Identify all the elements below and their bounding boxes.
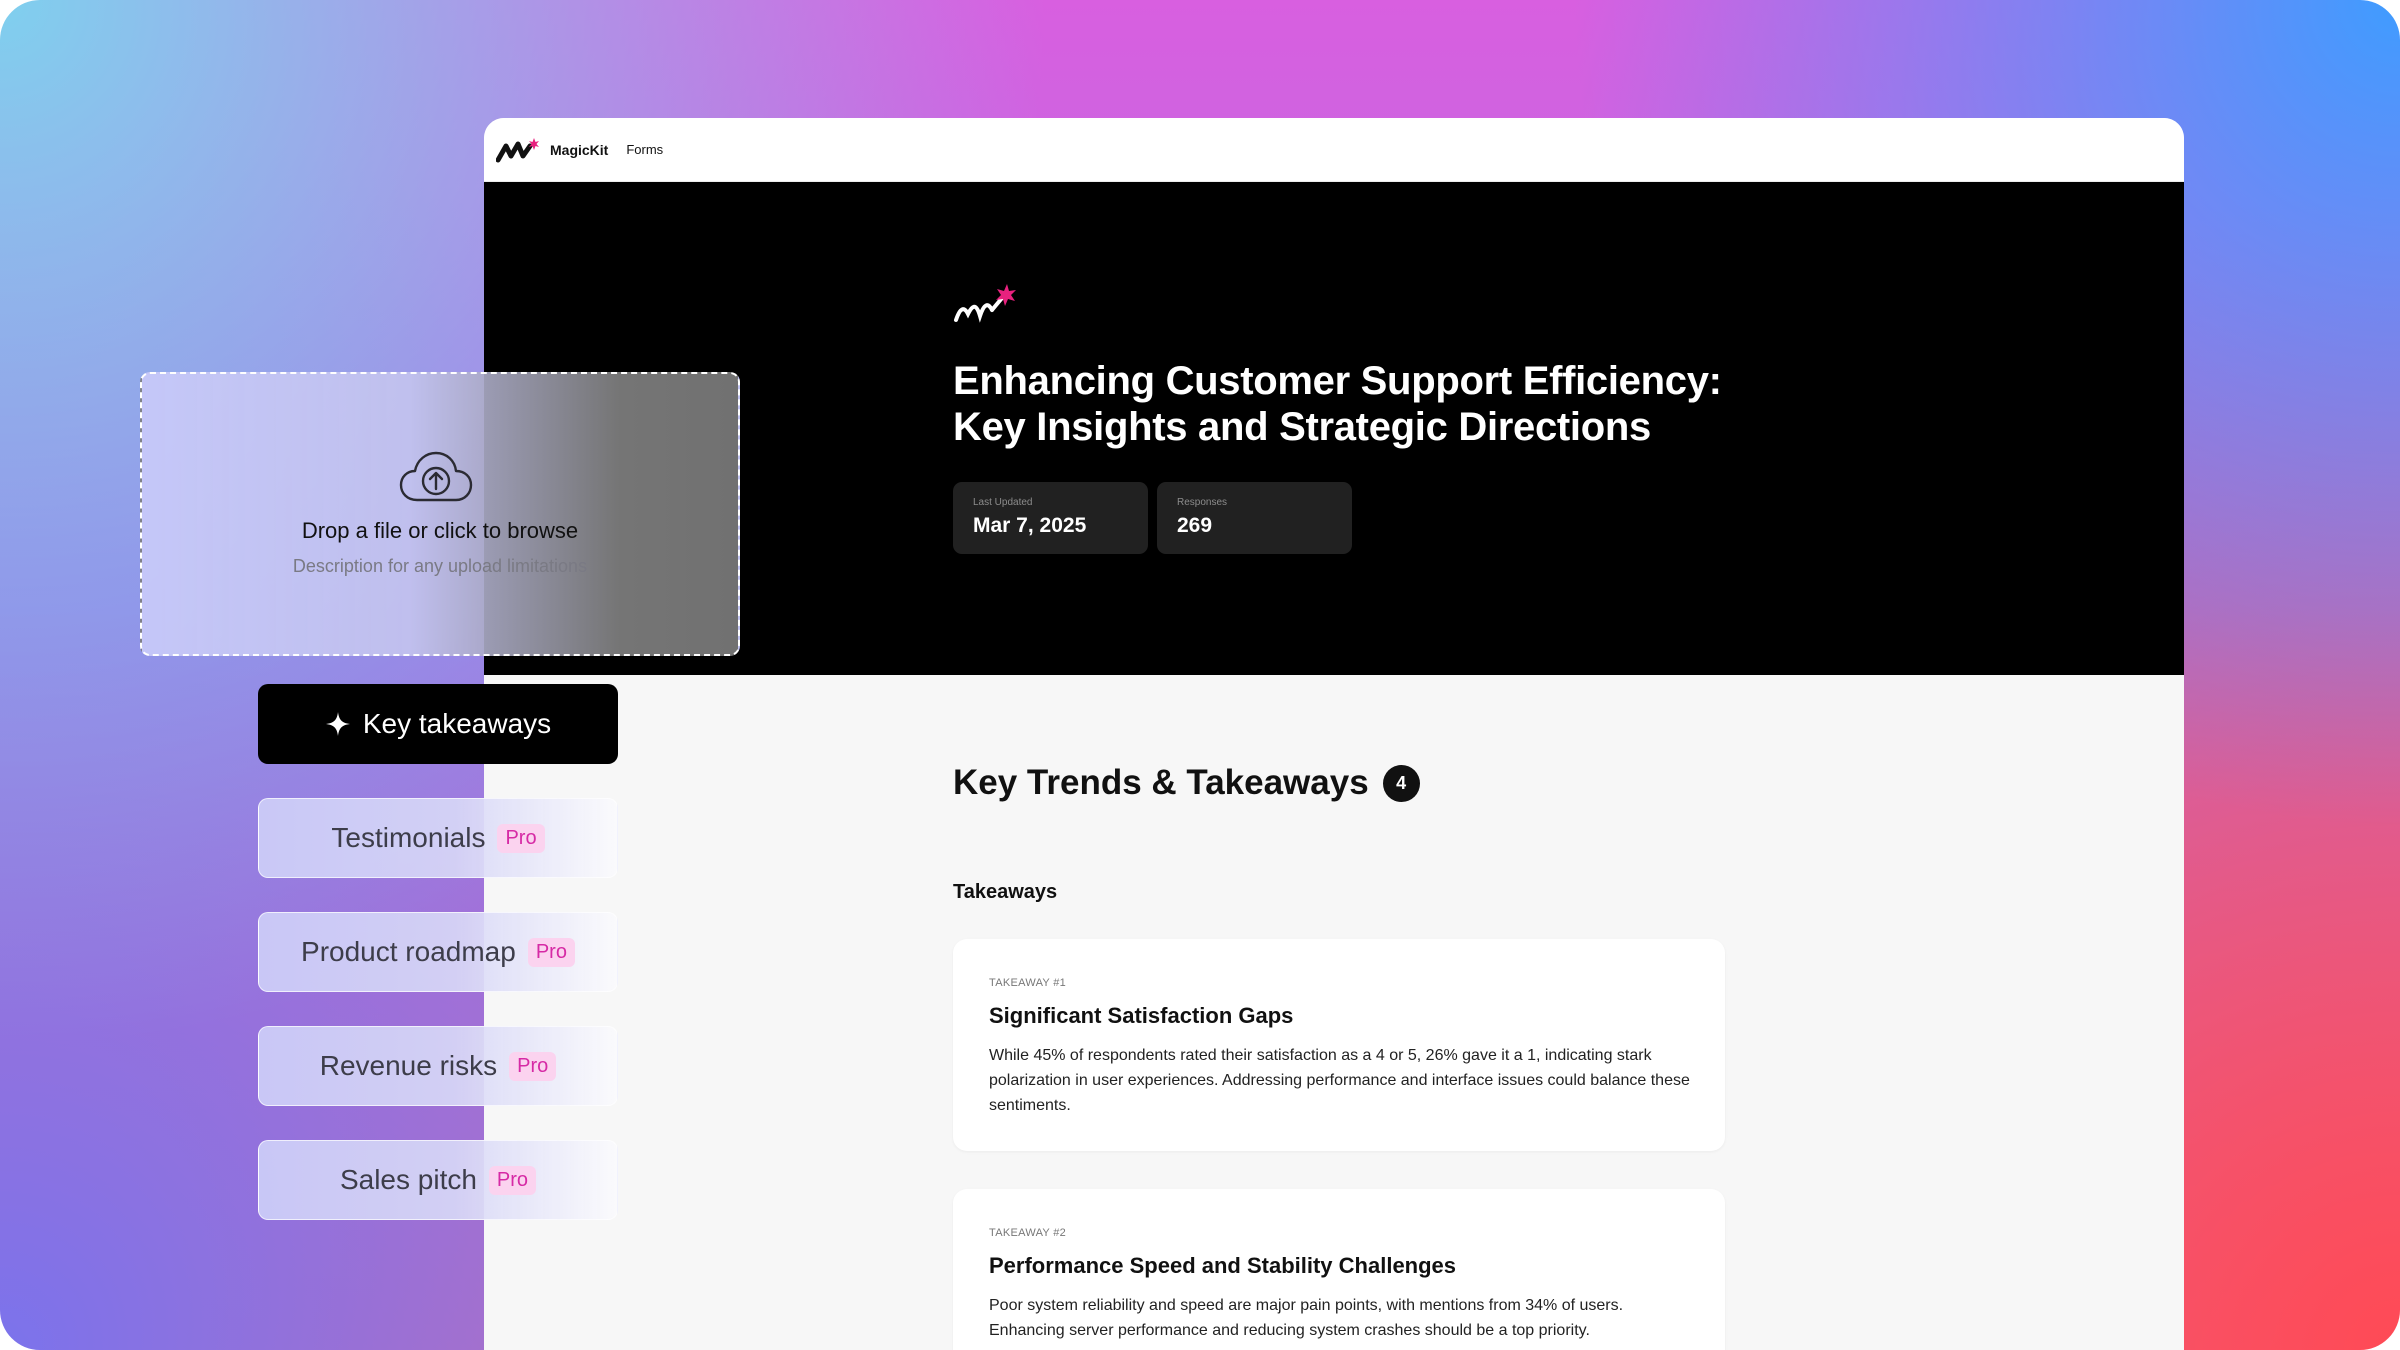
takeaway-card: TAKEAWAY #1 Significant Satisfaction Gap… xyxy=(953,939,1725,1151)
report-title-line-2: Key Insights and Strategic Directions xyxy=(953,405,1651,449)
takeaway-tag: TAKEAWAY #1 xyxy=(989,977,1067,989)
key-takeaways-button[interactable]: Key takeaways xyxy=(258,684,618,764)
pro-badge: Pro xyxy=(509,1051,557,1081)
takeaways-subheading: Takeaways xyxy=(953,881,1058,903)
magickit-mark-icon xyxy=(954,284,1016,323)
sales-pitch-label: Sales pitch xyxy=(339,1164,477,1195)
takeaway-card: TAKEAWAY #2 Performance Speed and Stabil… xyxy=(953,1189,1725,1350)
takeaway-title: Significant Satisfaction Gaps xyxy=(989,1003,1294,1028)
file-upload-dropzone[interactable]: Drop a file or click to browse Descripti… xyxy=(140,372,740,656)
revenue-risks-button[interactable]: Revenue risks Pro xyxy=(258,1026,618,1106)
takeaway-body: Poor system reliability and speed are ma… xyxy=(989,1297,1624,1339)
testimonials-button[interactable]: Testimonials Pro xyxy=(258,798,618,878)
stat-responses: Responses 269 xyxy=(1157,482,1352,554)
pro-badge: Pro xyxy=(497,823,545,853)
top-navigation-bar: MagicKit Forms xyxy=(484,118,2184,182)
stat-last-updated: Last Updated Mar 7, 2025 xyxy=(953,482,1148,554)
app-window: MagicKit Forms Enhancing Customer Suppor… xyxy=(484,118,2184,1350)
revenue-risks-label: Revenue risks xyxy=(319,1050,498,1081)
background-canvas: MagicKit Forms Enhancing Customer Suppor… xyxy=(0,0,2400,1350)
sparkle-icon xyxy=(325,712,350,736)
takeaway-count-badge: 4 xyxy=(1382,764,1420,802)
report-title-line-1: Enhancing Customer Support Efficiency: xyxy=(953,359,1722,403)
section-heading: Key Trends & Takeaways 4 xyxy=(953,763,1420,803)
stat-value: 269 xyxy=(1177,514,1213,537)
sales-pitch-button[interactable]: Sales pitch Pro xyxy=(258,1140,618,1220)
nav-forms-link[interactable]: Forms xyxy=(626,142,663,157)
takeaway-tag: TAKEAWAY #2 xyxy=(989,1227,1067,1239)
stat-label: Last Updated xyxy=(973,497,1033,508)
brand-name[interactable]: MagicKit xyxy=(550,142,608,158)
report-title: Enhancing Customer Support Efficiency: K… xyxy=(953,358,1853,450)
takeaway-body: While 45% of respondents rated their sat… xyxy=(989,1047,1690,1114)
upload-instruction: Drop a file or click to browse xyxy=(301,518,579,543)
upload-description: Description for any upload limitations xyxy=(292,556,588,576)
section-heading-text: Key Trends & Takeaways xyxy=(953,763,1369,802)
product-roadmap-button[interactable]: Product roadmap Pro xyxy=(258,912,618,992)
stat-value: Mar 7, 2025 xyxy=(973,514,1087,537)
cloud-upload-icon xyxy=(399,451,473,502)
testimonials-label: Testimonials xyxy=(331,822,486,853)
magickit-logo-icon[interactable] xyxy=(496,136,540,164)
key-takeaways-label: Key takeaways xyxy=(362,708,552,739)
takeaway-title: Performance Speed and Stability Challeng… xyxy=(989,1253,1457,1278)
pro-badge: Pro xyxy=(488,1165,537,1195)
stat-label: Responses xyxy=(1177,497,1228,508)
product-roadmap-label: Product roadmap xyxy=(301,936,516,967)
pro-badge: Pro xyxy=(527,937,575,967)
